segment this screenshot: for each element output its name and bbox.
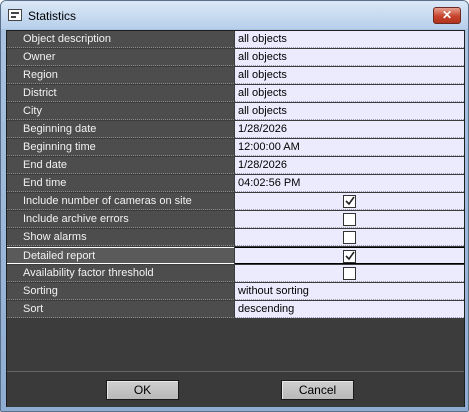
checkbox[interactable]: [343, 195, 356, 208]
property-row[interactable]: Availability factor threshold: [7, 265, 464, 283]
property-row[interactable]: Sorting without sorting: [7, 283, 464, 301]
property-row[interactable]: End date 1/28/2026: [7, 157, 464, 175]
property-label: Detailed report: [7, 247, 234, 264]
property-label: Sort: [7, 301, 234, 318]
property-row[interactable]: Detailed report: [7, 247, 464, 265]
statistics-dialog: Statistics ✕ Object description all objec…: [0, 0, 469, 412]
property-label: Availability factor threshold: [7, 265, 234, 282]
property-checkbox-cell[interactable]: [235, 229, 464, 246]
property-row[interactable]: Sort descending: [7, 301, 464, 319]
property-value[interactable]: all objects: [235, 49, 464, 66]
property-checkbox-cell[interactable]: [235, 247, 464, 264]
property-row[interactable]: Region all objects: [7, 67, 464, 85]
property-label: Beginning time: [7, 139, 234, 156]
property-label: Owner: [7, 49, 234, 66]
checkbox[interactable]: [343, 250, 356, 263]
property-row[interactable]: End time 04:02:56 PM: [7, 175, 464, 193]
property-label: Region: [7, 67, 234, 84]
checkmark-icon: [345, 251, 355, 261]
window-icon: [8, 9, 22, 21]
checkbox[interactable]: [343, 213, 356, 226]
property-value[interactable]: all objects: [235, 85, 464, 102]
property-label: Sorting: [7, 283, 234, 300]
button-bar: OK Cancel: [7, 371, 464, 407]
property-value[interactable]: all objects: [235, 103, 464, 120]
property-value[interactable]: 04:02:56 PM: [235, 175, 464, 192]
property-row[interactable]: District all objects: [7, 85, 464, 103]
property-label: District: [7, 85, 234, 102]
property-value[interactable]: all objects: [235, 67, 464, 84]
property-label: Show alarms: [7, 229, 234, 246]
close-button[interactable]: ✕: [433, 7, 461, 24]
property-label: City: [7, 103, 234, 120]
property-row[interactable]: City all objects: [7, 103, 464, 121]
property-row[interactable]: Beginning date 1/28/2026: [7, 121, 464, 139]
property-value[interactable]: without sorting: [235, 283, 464, 300]
property-row[interactable]: Beginning time 12:00:00 AM: [7, 139, 464, 157]
property-label: Include number of cameras on site: [7, 193, 234, 210]
property-row[interactable]: Include number of cameras on site: [7, 193, 464, 211]
property-checkbox-cell[interactable]: [235, 211, 464, 228]
property-label: Beginning date: [7, 121, 234, 138]
property-label: Object description: [7, 31, 234, 48]
property-row[interactable]: Owner all objects: [7, 49, 464, 67]
property-row[interactable]: Object description all objects: [7, 31, 464, 49]
property-row[interactable]: Show alarms: [7, 229, 464, 247]
checkbox[interactable]: [343, 231, 356, 244]
cancel-button[interactable]: Cancel: [281, 380, 354, 400]
property-checkbox-cell[interactable]: [235, 265, 464, 282]
property-value[interactable]: all objects: [235, 31, 464, 48]
property-label: Include archive errors: [7, 211, 234, 228]
property-value[interactable]: 1/28/2026: [235, 121, 464, 138]
property-row[interactable]: Include archive errors: [7, 211, 464, 229]
window-title: Statistics: [28, 9, 77, 23]
ok-button[interactable]: OK: [106, 380, 179, 400]
dialog-content: Object description all objects Owner all ob…: [6, 30, 465, 407]
property-value[interactable]: 1/28/2026: [235, 157, 464, 174]
title-bar[interactable]: Statistics ✕: [1, 1, 468, 29]
property-label: End time: [7, 175, 234, 192]
checkmark-icon: [345, 196, 355, 206]
checkbox[interactable]: [343, 267, 356, 280]
property-checkbox-cell[interactable]: [235, 193, 464, 210]
property-value[interactable]: descending: [235, 301, 464, 318]
property-label: End date: [7, 157, 234, 174]
property-value[interactable]: 12:00:00 AM: [235, 139, 464, 156]
